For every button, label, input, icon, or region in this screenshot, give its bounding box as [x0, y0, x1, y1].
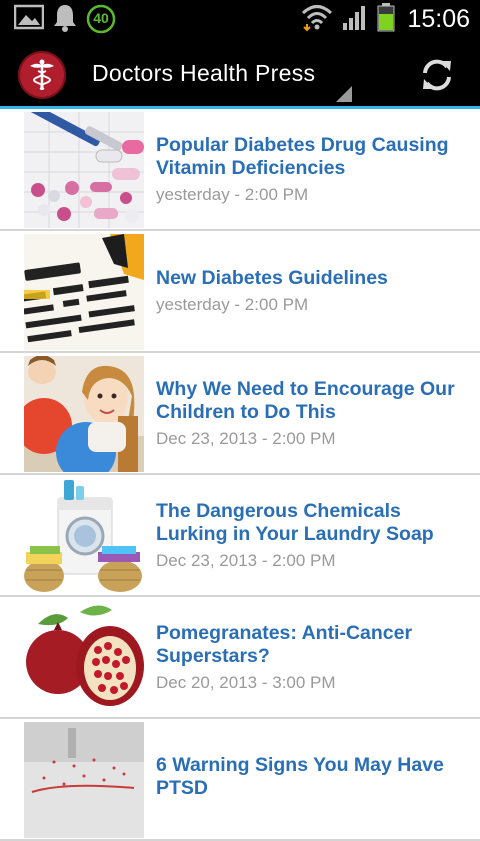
list-item[interactable]: New Diabetes Guidelines yesterday - 2:00… [0, 231, 480, 353]
article-date: yesterday - 2:00 PM [156, 184, 309, 204]
list-item[interactable]: The Dangerous Chemicals Lurking in Your … [0, 475, 480, 597]
article-title: Pomegranates: Anti-Cancer Superstars? [156, 621, 413, 667]
app-title[interactable]: Doctors Health Press [92, 60, 315, 87]
diabetes-text-thumbnail [24, 234, 144, 350]
badge-icon: 40 [86, 4, 116, 34]
bell-icon [52, 2, 78, 36]
article-date: Dec 23, 2013 - 2:00 PM [156, 550, 336, 570]
wifi-icon [301, 2, 333, 36]
dropdown-indicator-icon[interactable] [336, 86, 352, 102]
action-bar: Doctors Health Press [0, 38, 480, 106]
article-title: The Dangerous Chemicals Lurking in Your … [156, 499, 434, 545]
status-bar: 40 15:06 [0, 0, 480, 38]
battery-icon [377, 2, 395, 36]
stress-thumbnail [24, 722, 144, 838]
children-exercise-thumbnail [24, 356, 144, 472]
list-item[interactable]: Why We Need to Encourage Our Children to… [0, 353, 480, 475]
list-item[interactable]: Popular Diabetes Drug Causing Vitamin De… [0, 109, 480, 231]
list-item-text: Pomegranates: Anti-Cancer Superstars? De… [156, 597, 460, 717]
pomegranate-thumbnail [24, 600, 144, 716]
signal-icon [341, 3, 369, 35]
article-title: Popular Diabetes Drug Causing Vitamin De… [156, 133, 449, 179]
article-date: Dec 20, 2013 - 3:00 PM [156, 672, 336, 692]
list-item-text: New Diabetes Guidelines yesterday - 2:00… [156, 231, 460, 351]
article-list: Popular Diabetes Drug Causing Vitamin De… [0, 109, 480, 841]
list-item[interactable]: 6 Warning Signs You May Have PTSD [0, 719, 480, 841]
article-title: Why We Need to Encourage Our Children to… [156, 377, 455, 423]
article-date: Dec 23, 2013 - 2:00 PM [156, 428, 336, 448]
refresh-button[interactable] [412, 52, 462, 98]
gallery-icon [13, 4, 45, 34]
badge-count: 40 [93, 10, 109, 26]
article-title: 6 Warning Signs You May Have PTSD [156, 753, 444, 799]
article-title: New Diabetes Guidelines [156, 267, 388, 289]
list-item-text: 6 Warning Signs You May Have PTSD [156, 719, 460, 839]
list-item-text: Why We Need to Encourage Our Children to… [156, 353, 460, 473]
article-date: yesterday - 2:00 PM [156, 295, 309, 314]
list-item[interactable]: Pomegranates: Anti-Cancer Superstars? De… [0, 597, 480, 719]
list-item-text: Popular Diabetes Drug Causing Vitamin De… [156, 109, 460, 229]
refresh-icon [423, 59, 451, 91]
laundry-thumbnail [24, 478, 144, 594]
list-item-text: The Dangerous Chemicals Lurking in Your … [156, 475, 460, 595]
caduceus-icon[interactable] [18, 51, 66, 99]
pills-thumbnail [24, 112, 144, 228]
clock-time: 15:06 [407, 4, 470, 33]
